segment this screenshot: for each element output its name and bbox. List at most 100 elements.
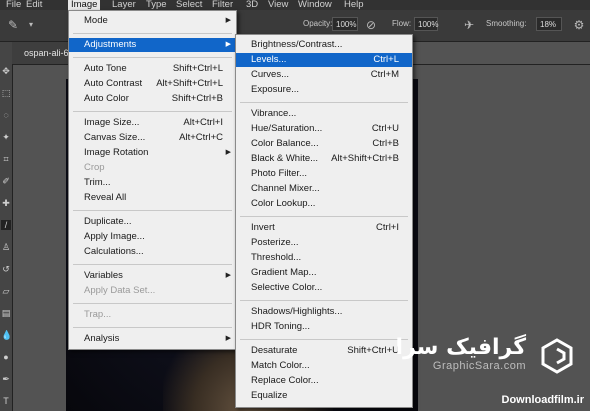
blur-tool-icon[interactable]: 💧	[1, 330, 12, 340]
flow-label: Flow:	[392, 19, 412, 28]
history-brush-icon[interactable]: ↺	[1, 264, 11, 274]
image-menu-item-shortcut: Shift+Ctrl+B	[171, 93, 223, 104]
menu-layer[interactable]: Layer	[112, 0, 136, 10]
adjustments-menu-item[interactable]: Black & White... Alt+Shift+Ctrl+B	[236, 152, 412, 166]
image-menu-item[interactable]: Image Size... Alt+Ctrl+I	[69, 116, 236, 130]
adjustments-menu-item[interactable]: Channel Mixer...	[236, 182, 412, 196]
image-menu-item-label: Canvas Size...	[84, 132, 146, 143]
airbrush-icon[interactable]: ✈	[462, 18, 476, 32]
adjustments-menu-item-label: Color Lookup...	[251, 198, 316, 209]
image-menu-item[interactable]: Adjustments ▶	[69, 38, 236, 52]
smoothing-field[interactable]: 18%	[536, 17, 562, 31]
image-menu-item: Apply Data Set...	[69, 284, 236, 298]
eyedropper-tool-icon[interactable]: ✐	[1, 176, 11, 186]
image-menu-item[interactable]: Image Rotation ▶	[69, 146, 236, 160]
adjustments-menu-item[interactable]: Posterize...	[236, 236, 412, 250]
menu-3d[interactable]: 3D	[246, 0, 258, 10]
adjustments-menu-item-label: Match Color...	[251, 360, 310, 371]
image-menu-item-label: Trim...	[84, 177, 111, 188]
adjustments-menu-item[interactable]: Equalize	[236, 389, 412, 403]
adjustments-menu-item-label: Shadows/Highlights...	[251, 306, 343, 317]
adjustments-menu-item[interactable]: Gradient Map...	[236, 266, 412, 280]
healing-tool-icon[interactable]: ✚	[1, 198, 11, 208]
site-watermark: Downloadfilm.ir	[501, 394, 585, 406]
graphicsara-logo-icon	[541, 338, 573, 374]
image-menu-item-label: Adjustments	[84, 39, 137, 50]
menu-view[interactable]: View	[268, 0, 288, 10]
menu-file[interactable]: File	[6, 0, 21, 10]
image-menu-item[interactable]: Apply Image...	[69, 230, 236, 244]
image-menu-item-shortcut: Shift+Ctrl+L	[172, 63, 223, 74]
menu-separator	[73, 33, 232, 34]
adjustments-menu-item[interactable]: Exposure...	[236, 83, 412, 97]
image-menu-item[interactable]: Canvas Size... Alt+Ctrl+C	[69, 131, 236, 145]
adjustments-menu-item-label: HDR Toning...	[251, 321, 310, 332]
type-tool-icon[interactable]: T	[1, 396, 11, 406]
image-menu-item[interactable]: Auto Tone Shift+Ctrl+L	[69, 62, 236, 76]
image-menu-item-shortcut: Alt+Ctrl+I	[183, 117, 223, 128]
adjustments-menu-item[interactable]: Color Lookup...	[236, 197, 412, 211]
adjustments-menu-item[interactable]: Shadows/Highlights...	[236, 305, 412, 319]
image-menu-item[interactable]: Reveal All	[69, 191, 236, 205]
adjustments-menu-item-shortcut: Ctrl+U	[371, 123, 399, 134]
adjustments-menu-item[interactable]: Curves... Ctrl+M	[236, 68, 412, 82]
quick-select-tool-icon[interactable]: ✦	[1, 132, 11, 142]
image-menu-item[interactable]: Trim...	[69, 176, 236, 190]
image-menu-item[interactable]: Mode ▶	[69, 14, 236, 28]
adjustments-menu-item[interactable]: HDR Toning...	[236, 320, 412, 334]
marquee-tool-icon[interactable]: ⬚	[1, 88, 11, 98]
submenu-arrow-icon: ▶	[225, 17, 231, 24]
adjustments-menu-item[interactable]: Invert Ctrl+I	[236, 221, 412, 235]
lasso-tool-icon[interactable]: ◌	[1, 110, 11, 120]
adjustments-menu-item[interactable]: Selective Color...	[236, 281, 412, 295]
adjustments-menu-item[interactable]: Replace Color...	[236, 374, 412, 388]
adjustments-menu-item[interactable]: Vibrance...	[236, 107, 412, 121]
adjustments-menu-item-label: Photo Filter...	[251, 168, 307, 179]
brush-tool-icon[interactable]: /	[1, 220, 11, 230]
image-menu-item-label: Mode	[84, 15, 108, 26]
submenu-arrow-icon: ▶	[225, 149, 231, 156]
menu-help[interactable]: Help	[344, 0, 364, 10]
pressure-opacity-icon[interactable]: ⊘	[364, 18, 378, 32]
adjustments-menu-item-shortcut: Ctrl+I	[376, 222, 399, 233]
dodge-tool-icon[interactable]: ●	[1, 352, 11, 362]
adjustments-menu-item[interactable]: Threshold...	[236, 251, 412, 265]
image-menu-item: Trap...	[69, 308, 236, 322]
gradient-tool-icon[interactable]: ▤	[1, 308, 11, 318]
menu-separator	[73, 264, 232, 265]
menu-image[interactable]: Image	[68, 0, 101, 10]
image-menu-item-shortcut: Alt+Ctrl+C	[179, 132, 223, 143]
image-menu-item[interactable]: Auto Color Shift+Ctrl+B	[69, 92, 236, 106]
image-menu-item[interactable]: Auto Contrast Alt+Shift+Ctrl+L	[69, 77, 236, 91]
image-menu-item[interactable]: Variables ▶	[69, 269, 236, 283]
image-menu-item[interactable]: Calculations...	[69, 245, 236, 259]
menu-separator	[240, 216, 408, 217]
adjustments-menu-item[interactable]: Hue/Saturation... Ctrl+U	[236, 122, 412, 136]
smoothing-label: Smoothing:	[486, 19, 527, 28]
adjustments-menu-item-label: Posterize...	[251, 237, 299, 248]
menu-window[interactable]: Window	[298, 0, 332, 10]
settings-gear-icon[interactable]: ⚙	[572, 18, 586, 32]
stamp-tool-icon[interactable]: ♙	[1, 242, 11, 252]
adjustments-menu-item[interactable]: Color Balance... Ctrl+B	[236, 137, 412, 151]
image-menu-item[interactable]: Analysis ▶	[69, 332, 236, 346]
flow-field[interactable]: 100%	[414, 17, 438, 31]
menu-select[interactable]: Select	[176, 0, 202, 10]
adjustments-menu-item[interactable]: Brightness/Contrast...	[236, 38, 412, 52]
adjustments-menu-item[interactable]: Levels... Ctrl+L	[236, 53, 412, 67]
move-tool-icon[interactable]: ✥	[1, 66, 11, 76]
adjustments-menu-item-shortcut: Ctrl+B	[372, 138, 399, 149]
brush-tool-icon[interactable]: ✎	[6, 18, 20, 32]
menu-separator	[73, 303, 232, 304]
opacity-field[interactable]: 100%	[332, 17, 358, 31]
adjustments-menu-item[interactable]: Photo Filter...	[236, 167, 412, 181]
menu-filter[interactable]: Filter	[212, 0, 233, 10]
image-menu-item-label: Image Size...	[84, 117, 140, 128]
crop-tool-icon[interactable]: ⌗	[1, 154, 11, 164]
chevron-down-icon[interactable]: ▾	[24, 18, 38, 32]
pen-tool-icon[interactable]: ✒	[1, 374, 11, 384]
menu-edit[interactable]: Edit	[26, 0, 42, 10]
image-menu-item[interactable]: Duplicate...	[69, 215, 236, 229]
eraser-tool-icon[interactable]: ▱	[1, 286, 11, 296]
menu-type[interactable]: Type	[146, 0, 167, 10]
